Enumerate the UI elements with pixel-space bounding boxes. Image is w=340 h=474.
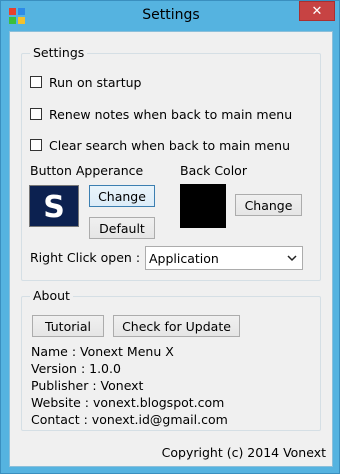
settings-group: Settings Run on startup Renew notes when… xyxy=(21,45,321,281)
settings-window: Settings ✕ Settings Run on startup Renew… xyxy=(0,0,340,474)
website-text: Website : vonext.blogspot.com xyxy=(31,395,225,410)
back-color-label: Back Color xyxy=(180,163,247,178)
back-color-preview xyxy=(180,184,226,228)
clear-search-checkbox[interactable]: Clear search when back to main menu xyxy=(30,136,290,154)
client-area: Settings Run on startup Renew notes when… xyxy=(9,31,333,467)
checkbox-box[interactable] xyxy=(30,139,42,151)
close-icon: ✕ xyxy=(311,4,323,19)
check-update-button[interactable]: Check for Update xyxy=(113,315,240,337)
button-appearance-label: Button Apperance xyxy=(30,163,144,178)
checkbox-label: Renew notes when back to main menu xyxy=(49,106,293,122)
publisher-text: Publisher : Vonext xyxy=(31,378,144,393)
about-group-title: About xyxy=(30,288,73,303)
window-title: Settings xyxy=(142,7,200,23)
chevron-down-icon xyxy=(287,255,297,262)
checkbox-label: Clear search when back to main menu xyxy=(49,137,291,153)
checkbox-label: Run on startup xyxy=(49,74,142,90)
letter-s-icon: S xyxy=(43,190,65,225)
right-click-label: Right Click open : xyxy=(30,250,141,265)
settings-group-title: Settings xyxy=(30,45,88,60)
run-on-startup-checkbox[interactable]: Run on startup xyxy=(30,73,141,91)
copyright-text: Copyright (c) 2014 Vonext xyxy=(161,445,326,460)
renew-notes-checkbox[interactable]: Renew notes when back to main menu xyxy=(30,105,292,123)
checkbox-box[interactable] xyxy=(30,108,42,120)
appearance-change-button[interactable]: Change xyxy=(89,185,155,207)
button-appearance-preview: S xyxy=(29,185,79,227)
app-name-text: Name : Vonext Menu X xyxy=(31,344,174,359)
about-group: About Tutorial Check for Update Name : V… xyxy=(21,288,321,431)
appearance-default-button[interactable]: Default xyxy=(89,217,155,239)
checkbox-box[interactable] xyxy=(30,76,42,88)
back-color-change-button[interactable]: Change xyxy=(235,194,302,216)
title-bar[interactable]: Settings ✕ xyxy=(1,1,340,31)
version-text: Version : 1.0.0 xyxy=(31,361,121,376)
right-click-select[interactable]: Application xyxy=(145,246,303,270)
tutorial-button[interactable]: Tutorial xyxy=(32,315,104,337)
contact-text: Contact : vonext.id@gmail.com xyxy=(31,412,228,427)
close-button[interactable]: ✕ xyxy=(299,1,335,21)
svg-text:S: S xyxy=(43,190,65,225)
right-click-selected: Application xyxy=(149,251,219,266)
